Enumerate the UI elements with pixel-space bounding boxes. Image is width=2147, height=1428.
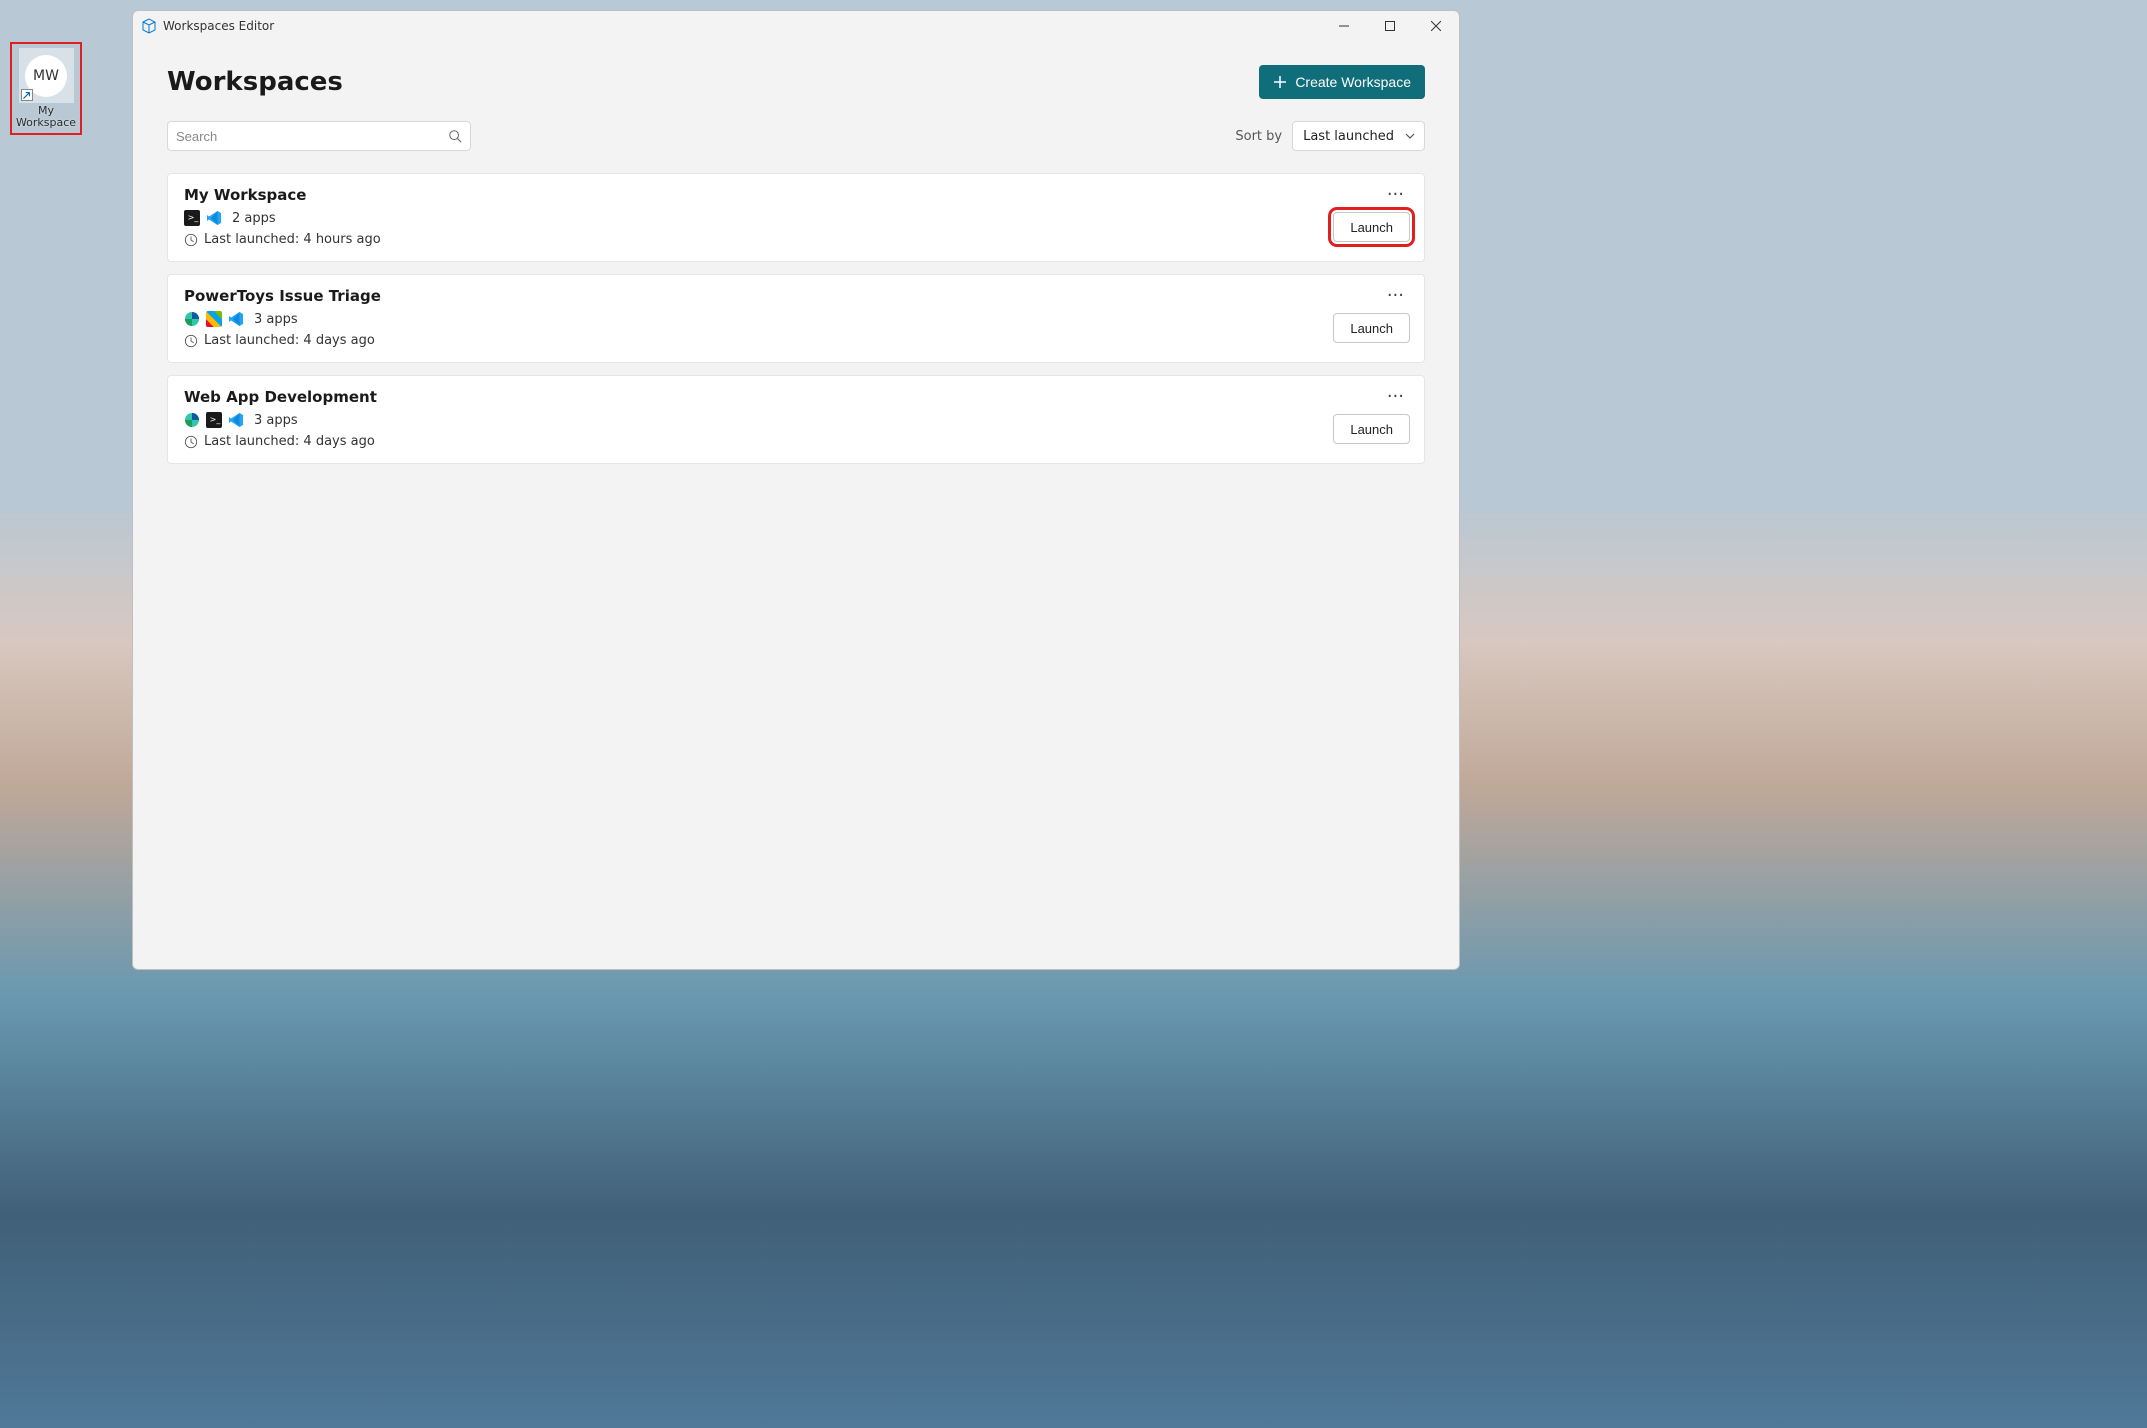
sort-selected: Last launched <box>1303 129 1394 144</box>
titlebar[interactable]: Workspaces Editor <box>133 11 1459 41</box>
workspace-apps: 3 apps <box>184 412 377 428</box>
workspace-title: PowerToys Issue Triage <box>184 287 381 305</box>
chevron-down-icon <box>1404 130 1416 142</box>
workspace-title: Web App Development <box>184 388 377 406</box>
apps-count: 3 apps <box>254 312 298 327</box>
sort-label: Sort by <box>1235 129 1282 144</box>
main-window: Workspaces Editor Workspaces Create Work… <box>132 10 1460 970</box>
workspace-apps: 2 apps <box>184 210 381 226</box>
more-menu-button[interactable]: ··· <box>1383 186 1408 204</box>
last-launched: Last launched: 4 days ago <box>204 333 375 348</box>
app-icon <box>141 18 157 34</box>
workspace-meta: Last launched: 4 hours ago <box>184 232 381 247</box>
launch-button[interactable]: Launch <box>1333 313 1410 343</box>
vscode-icon <box>206 210 222 226</box>
desktop-shortcut[interactable]: MW My Workspace <box>10 42 82 135</box>
workspace-card[interactable]: Web App Development 3 apps Last launched: … <box>167 375 1425 464</box>
last-launched: Last launched: 4 hours ago <box>204 232 381 247</box>
edge-icon <box>184 311 200 327</box>
more-menu-button[interactable]: ··· <box>1383 388 1408 406</box>
clock-icon <box>184 334 198 348</box>
content-area: Workspaces Create Workspace Sort by Last… <box>133 41 1459 969</box>
apps-count: 2 apps <box>232 211 276 226</box>
workspace-meta: Last launched: 4 days ago <box>184 333 381 348</box>
workspace-card[interactable]: My Workspace 2 apps Last launched: 4 hours… <box>167 173 1425 262</box>
plus-icon <box>1273 75 1287 89</box>
shortcut-arrow-icon <box>21 89 33 101</box>
clock-icon <box>184 435 198 449</box>
workspace-title: My Workspace <box>184 186 381 204</box>
last-launched: Last launched: 4 days ago <box>204 434 375 449</box>
terminal-icon <box>206 412 222 428</box>
vscode-icon <box>228 412 244 428</box>
more-menu-button[interactable]: ··· <box>1383 287 1408 305</box>
sort-dropdown[interactable]: Last launched <box>1292 121 1425 151</box>
maximize-button[interactable] <box>1367 11 1413 41</box>
launch-button[interactable]: Launch <box>1333 212 1410 242</box>
search-input[interactable] <box>176 129 448 144</box>
terminal-icon <box>184 210 200 226</box>
vscode-icon <box>228 311 244 327</box>
create-workspace-button[interactable]: Create Workspace <box>1259 65 1425 99</box>
search-box[interactable] <box>167 121 471 151</box>
workspace-meta: Last launched: 4 days ago <box>184 434 377 449</box>
close-button[interactable] <box>1413 11 1459 41</box>
clock-icon <box>184 233 198 247</box>
workspace-list: My Workspace 2 apps Last launched: 4 hours… <box>167 173 1425 464</box>
workspace-apps: 3 apps <box>184 311 381 327</box>
edge-icon <box>184 412 200 428</box>
powertoys-icon <box>206 311 222 327</box>
search-icon <box>448 129 462 143</box>
apps-count: 3 apps <box>254 413 298 428</box>
minimize-button[interactable] <box>1321 11 1367 41</box>
create-workspace-label: Create Workspace <box>1295 74 1411 90</box>
window-title: Workspaces Editor <box>163 19 274 33</box>
workspace-card[interactable]: PowerToys Issue Triage 3 apps Last launche… <box>167 274 1425 363</box>
shortcut-label: My Workspace <box>16 105 76 129</box>
launch-button[interactable]: Launch <box>1333 414 1410 444</box>
shortcut-icon-tile: MW <box>19 48 74 103</box>
page-title: Workspaces <box>167 67 343 97</box>
